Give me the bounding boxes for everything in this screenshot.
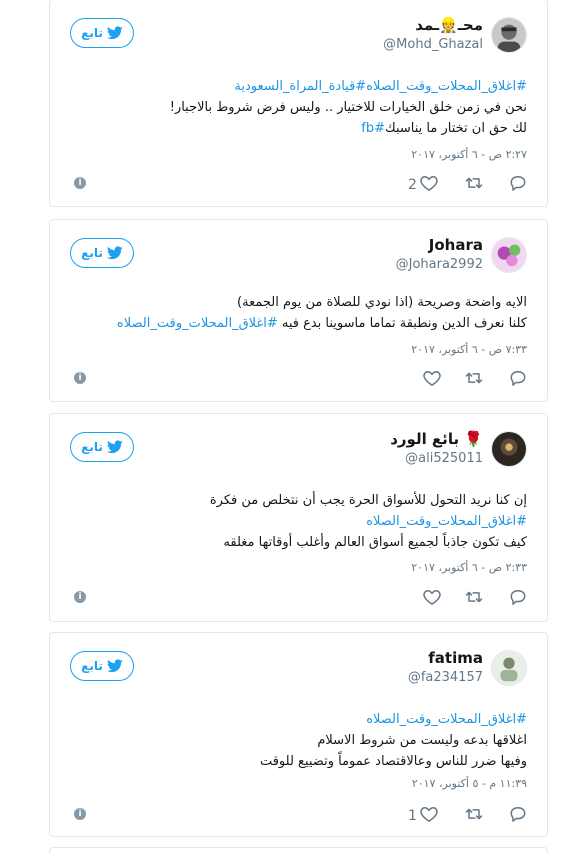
hashtag-link[interactable]: #fb [361,121,385,136]
retweet-icon [464,587,484,611]
retweet-button[interactable] [464,368,484,392]
tweet-card[interactable]: تابع بائع الورد 🌹 @ali525011 إن كنا نريد ال… [49,413,548,622]
tweet-card[interactable]: تابع Johara @Johara2992 الايه واضحة وصريحة … [49,219,548,402]
tweet-text: #اغلاق_المحلات_وقت_الصلاه#قيادة_المراة_ا… [67,76,527,139]
like-button[interactable] [422,368,442,392]
heart-icon [422,587,442,611]
twitter-bird-icon [106,26,123,40]
author-block[interactable]: fatima @fa234157 [408,649,483,685]
follow-label: تابع [81,26,103,40]
tweet-timestamp[interactable]: ٢:٢٧ ص - ٦ أكتوبر، ٢٠١٧ [411,148,527,161]
like-button[interactable]: 1 [408,804,439,828]
reply-button[interactable] [508,587,528,611]
retweet-button[interactable] [464,804,484,828]
author-handle[interactable]: @Mohd_Ghazal [383,37,483,52]
twitter-bird-icon [106,659,123,673]
twitter-bird-icon [106,440,123,454]
reply-button[interactable] [508,368,528,392]
follow-label: تابع [81,659,103,673]
retweet-icon [464,173,484,197]
like-button[interactable] [422,587,442,611]
author-block[interactable]: محـ👷ـمد @Mohd_Ghazal [383,16,483,52]
reply-button[interactable] [508,173,528,197]
info-icon[interactable]: i [74,372,86,384]
follow-label: تابع [81,440,103,454]
retweet-button[interactable] [464,173,484,197]
author-name[interactable]: محـ👷ـمد [415,16,483,34]
tweet-text-segment: اغلاقها بدعه وليست من شروط الاسلام [317,733,527,748]
tweet-text-segment: الايه واضحة وصريحة (اذا نودي للصلاة من ي… [237,295,527,310]
tweet-timestamp[interactable]: ٢:٣٣ ص - ٦ أكتوبر، ٢٠١٧ [411,561,527,574]
reply-icon [508,368,528,392]
like-count: 1 [408,808,417,824]
author-block[interactable]: Johara @Johara2992 [396,236,483,272]
tweet-text-segment: إن كنا نريد التحول للأسواق الحرة يجب أن … [209,493,527,508]
tweet-text-segment: لك حق ان تختار ما يناسبك [385,121,527,136]
hashtag-link[interactable]: #اغلاق_المحلات_وقت_الصلاه#قيادة_المراة_ا… [234,79,527,94]
tweet-timestamp[interactable]: ١١:٣٩ م - ٥ أكتوبر، ٢٠١٧ [412,777,527,790]
info-icon[interactable]: i [74,808,86,820]
follow-label: تابع [81,246,103,260]
like-count: 2 [408,177,417,193]
follow-button[interactable]: تابع [70,238,134,268]
heart-icon [419,804,439,828]
follow-button[interactable]: تابع [70,651,134,681]
hashtag-link[interactable]: #اغلاق_المحلات_وقت_الصلاه [366,712,527,727]
tweet-text: #اغلاق_المحلات_وقت_الصلاه اغلاقها بدعه ول… [67,709,527,772]
reply-icon [508,587,528,611]
tweet-text-segment: نحن في زمن خلق الخيارات للاختيار .. وليس… [169,100,527,115]
tweet-card[interactable] [49,847,548,854]
tweet-text: الايه واضحة وصريحة (اذا نودي للصلاة من ي… [67,292,527,334]
reply-button[interactable] [508,804,528,828]
avatar[interactable] [491,17,527,53]
info-icon[interactable]: i [74,591,86,603]
retweet-icon [464,804,484,828]
heart-icon [422,368,442,392]
hashtag-link[interactable]: #اغلاق_المحلات_وقت_الصلاه [117,316,278,331]
author-handle[interactable]: @fa234157 [408,670,483,685]
follow-button[interactable]: تابع [70,18,134,48]
author-name[interactable]: بائع الورد 🌹 [390,430,483,448]
tweet-text-segment: وفيها ضرر للناس وعالاقتصاد عموماً وتضييع… [259,754,527,769]
avatar[interactable] [491,431,527,467]
tweet-card[interactable]: تابع محـ👷ـمد @Mohd_Ghazal #اغلاق_المحلات_وق… [49,0,548,207]
author-name[interactable]: Johara [429,236,483,254]
tweet-timestamp[interactable]: ٧:٣٣ ص - ٦ أكتوبر، ٢٠١٧ [411,343,527,356]
like-button[interactable]: 2 [408,173,439,197]
heart-icon [419,173,439,197]
retweet-button[interactable] [464,587,484,611]
author-block[interactable]: بائع الورد 🌹 @ali525011 [390,430,483,466]
tweet-text: إن كنا نريد التحول للأسواق الحرة يجب أن … [67,490,527,553]
author-name[interactable]: fatima [428,649,483,667]
avatar[interactable] [491,650,527,686]
avatar[interactable] [491,237,527,273]
reply-icon [508,804,528,828]
tweet-text-segment: كيف تكون جاذباً لجميع أسواق العالم وأغلب… [223,535,527,550]
follow-button[interactable]: تابع [70,432,134,462]
author-handle[interactable]: @Johara2992 [396,257,483,272]
retweet-icon [464,368,484,392]
hashtag-link[interactable]: #اغلاق_المحلات_وقت_الصلاه [366,514,527,529]
tweet-text-segment: كلنا نعرف الدين ونطبقة تماما ماسوينا بدع… [277,316,527,331]
tweet-card[interactable]: تابع fatima @fa234157 #اغلاق_المحلات_وقت_ال… [49,632,548,837]
reply-icon [508,173,528,197]
info-icon[interactable]: i [74,177,86,189]
twitter-bird-icon [106,246,123,260]
author-handle[interactable]: @ali525011 [390,451,483,466]
